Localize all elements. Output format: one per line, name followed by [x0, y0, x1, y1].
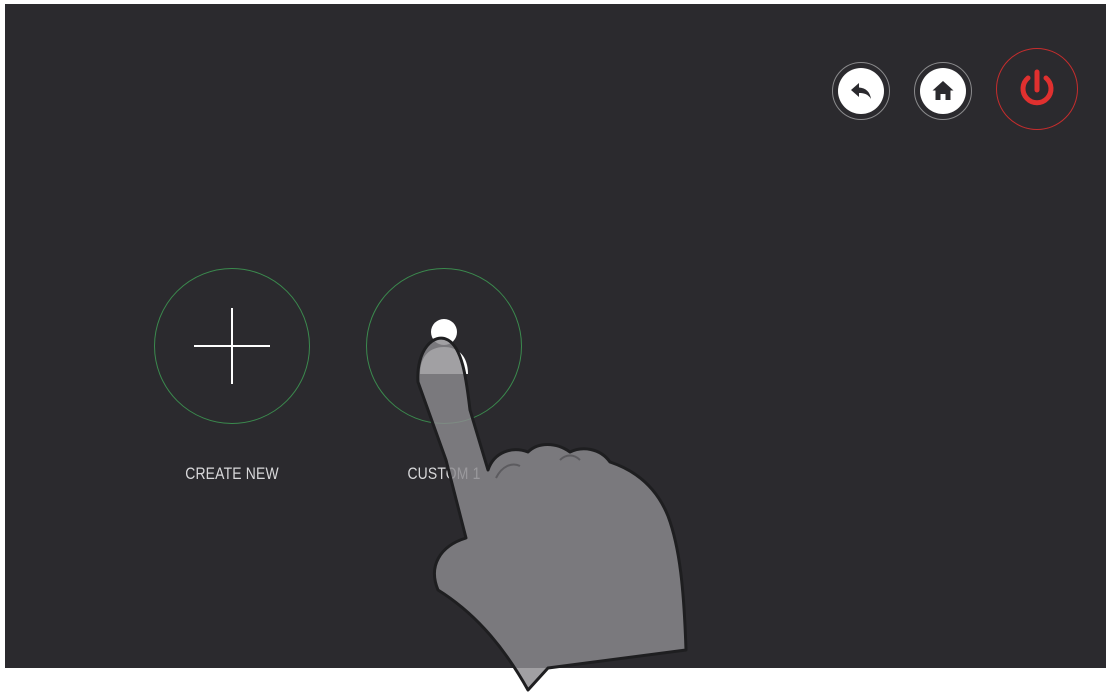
home-button-face	[920, 68, 966, 114]
custom-profile-button[interactable]	[366, 268, 522, 424]
custom-profile-label: CUSTOM 1	[407, 464, 481, 483]
display-screen: CREATE NEW CUSTOM 1	[5, 4, 1106, 668]
power-button[interactable]	[996, 48, 1078, 130]
create-new-label: CREATE NEW	[185, 464, 279, 483]
back-arrow-icon	[851, 83, 871, 99]
power-icon	[1020, 69, 1054, 106]
home-icon	[932, 81, 954, 100]
back-button[interactable]	[832, 62, 890, 120]
create-new-tile[interactable]: CREATE NEW	[153, 268, 311, 484]
user-icon	[420, 319, 468, 374]
custom-profile-tile[interactable]: CUSTOM 1	[365, 268, 523, 484]
create-new-button[interactable]	[154, 268, 310, 424]
plus-icon	[194, 308, 270, 384]
home-button[interactable]	[914, 62, 972, 120]
back-button-face	[838, 68, 884, 114]
top-controls	[832, 48, 1078, 130]
